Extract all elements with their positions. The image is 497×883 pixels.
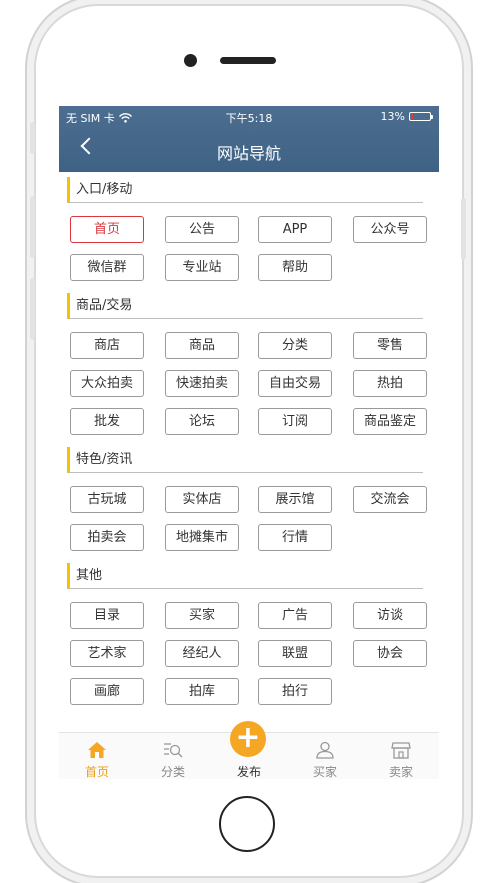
nav-link-button[interactable]: 热拍 [353, 370, 427, 397]
earpiece-speaker [220, 57, 276, 64]
nav-link-button[interactable]: 公众号 [353, 216, 427, 243]
nav-link-button[interactable]: 拍卖会 [70, 524, 144, 551]
section-title: 特色/资讯 [67, 447, 423, 473]
app-screen: 无 SIM 卡 下午5:18 13% 网站导航 入口/移动 首页 公告 APP 公众号微… [59, 106, 439, 779]
store-icon [391, 742, 411, 759]
nav-link-button[interactable]: 商店 [70, 332, 144, 359]
page-title: 网站导航 [216, 144, 281, 163]
nav-link-button[interactable]: 专业站 [165, 254, 239, 281]
battery-icon [409, 112, 433, 121]
nav-link-button[interactable]: 交流会 [353, 486, 427, 513]
nav-link-button[interactable]: 目录 [70, 602, 144, 629]
power-button [461, 198, 466, 260]
nav-link-button[interactable]: 首页 [70, 216, 144, 243]
nav-link-button[interactable]: 公告 [165, 216, 239, 243]
bottom-tab-bar: 首页 分类 + 发布 买家 卖家 [59, 721, 439, 779]
nav-link-button[interactable]: 画廊 [70, 678, 144, 705]
plus-icon: + [230, 721, 266, 757]
front-camera [184, 54, 197, 67]
home-icon [88, 742, 106, 758]
nav-content: 入口/移动首页 公告 APP 公众号微信群 专业站 帮助商品/交易商店 商品 分类 零售大众拍卖… [59, 172, 439, 732]
nav-link-button[interactable]: 零售 [353, 332, 427, 359]
nav-link-button[interactable]: 广告 [258, 602, 332, 629]
mute-switch [30, 122, 35, 154]
nav-link-button[interactable]: 艺术家 [70, 640, 144, 667]
nav-link-button[interactable]: 访谈 [353, 602, 427, 629]
tab-buyer[interactable]: 买家 [287, 733, 363, 779]
nav-link-button[interactable]: 拍库 [165, 678, 239, 705]
status-bar: 无 SIM 卡 下午5:18 13% [59, 106, 439, 128]
nav-link-button[interactable]: 拍行 [258, 678, 332, 705]
nav-link-button[interactable]: 展示馆 [258, 486, 332, 513]
battery-percent: 13% [380, 110, 405, 123]
nav-link-button[interactable]: 帮助 [258, 254, 332, 281]
nav-link-button[interactable]: 分类 [258, 332, 332, 359]
tab-home[interactable]: 首页 [59, 733, 135, 779]
nav-link-button[interactable]: 快速拍卖 [165, 370, 239, 397]
user-icon [316, 741, 334, 759]
tab-publish-label: 发布 [236, 765, 261, 779]
nav-link-button[interactable]: 订阅 [258, 408, 332, 435]
tab-home-label: 首页 [84, 765, 109, 779]
status-right: 13% [380, 110, 433, 123]
nav-link-button[interactable]: 经纪人 [165, 640, 239, 667]
nav-link-button[interactable]: 买家 [165, 602, 239, 629]
volume-up-button [30, 196, 35, 258]
tab-seller-label: 卖家 [388, 765, 413, 779]
nav-link-button[interactable]: 商品 [165, 332, 239, 359]
header-bar: 无 SIM 卡 下午5:18 13% 网站导航 [59, 106, 439, 172]
nav-link-button[interactable]: 协会 [353, 640, 427, 667]
nav-link-button[interactable]: 古玩城 [70, 486, 144, 513]
section-title: 其他 [67, 563, 423, 589]
nav-link-button[interactable]: 大众拍卖 [70, 370, 144, 397]
category-search-icon [164, 743, 183, 758]
nav-link-button[interactable]: 微信群 [70, 254, 144, 281]
nav-link-button[interactable]: 实体店 [165, 486, 239, 513]
section-title: 商品/交易 [67, 293, 423, 319]
nav-link-button[interactable]: 自由交易 [258, 370, 332, 397]
tab-category-label: 分类 [160, 765, 185, 779]
nav-link-button[interactable]: APP [258, 216, 332, 243]
tab-publish[interactable]: + 发布 [211, 721, 287, 779]
tab-category[interactable]: 分类 [135, 733, 211, 779]
battery-fill [411, 114, 413, 119]
nav-link-button[interactable]: 地摊集市 [165, 524, 239, 551]
tab-seller[interactable]: 卖家 [363, 733, 439, 779]
tab-buyer-label: 买家 [312, 765, 337, 779]
nav-link-button[interactable]: 批发 [70, 408, 144, 435]
section-title: 入口/移动 [67, 177, 423, 203]
nav-link-button[interactable]: 论坛 [165, 408, 239, 435]
nav-link-button[interactable]: 行情 [258, 524, 332, 551]
home-button[interactable] [219, 796, 275, 852]
nav-link-button[interactable]: 联盟 [258, 640, 332, 667]
nav-link-button[interactable]: 商品鉴定 [353, 408, 427, 435]
volume-down-button [30, 278, 35, 340]
